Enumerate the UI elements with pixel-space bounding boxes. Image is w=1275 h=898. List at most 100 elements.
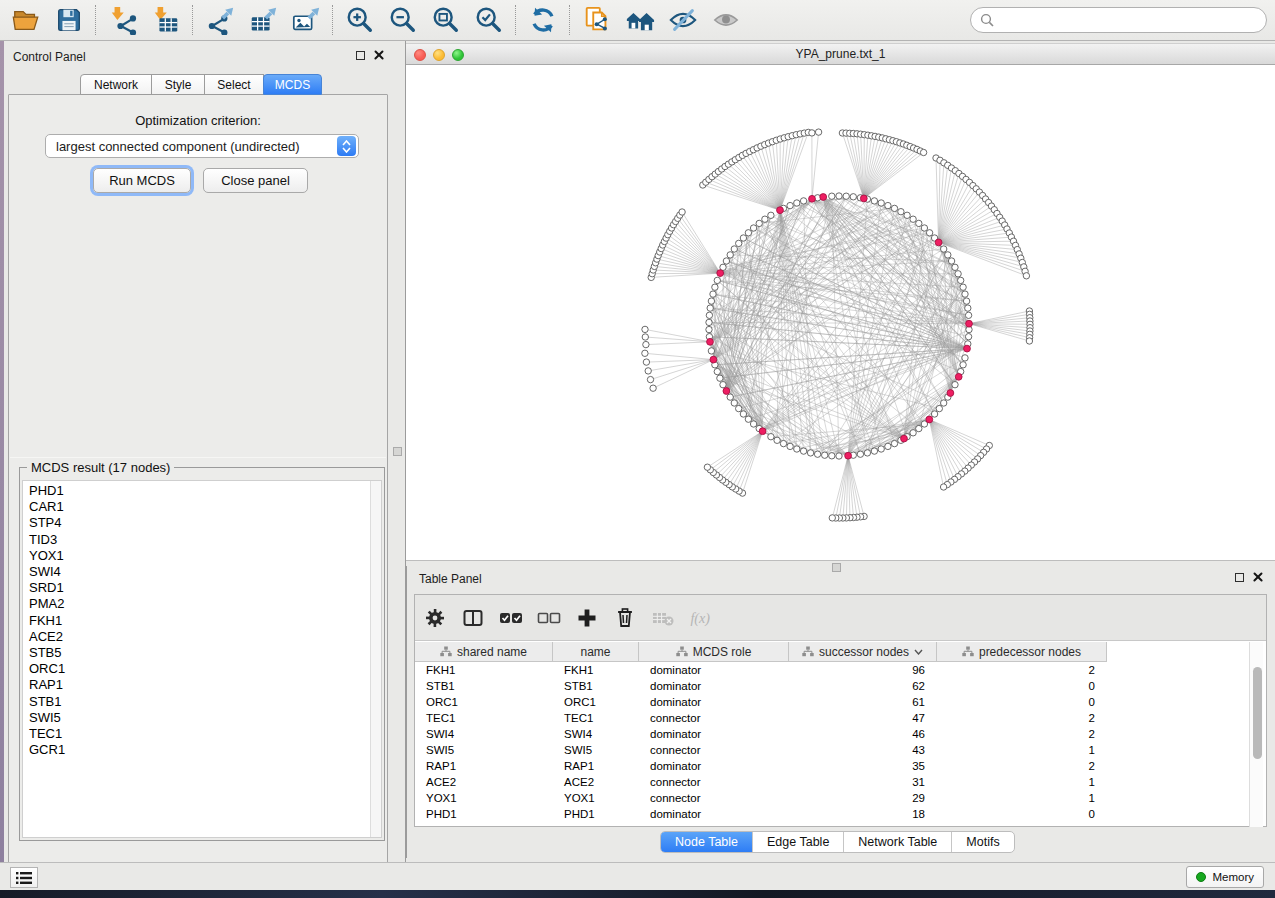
cell-mcds_role: dominator: [639, 662, 789, 678]
zoom-in-button[interactable]: [338, 2, 381, 38]
cell-shared_name: FKH1: [415, 662, 553, 678]
splitter-grip[interactable]: [832, 563, 841, 572]
table-row[interactable]: FKH1FKH1dominator962: [415, 662, 1266, 678]
mcds-result-item[interactable]: TEC1: [23, 726, 381, 742]
mcds-result-item[interactable]: PHD1: [23, 483, 381, 499]
first-neighbors-icon: [625, 5, 655, 35]
cell-successor_nodes: 18: [789, 806, 937, 822]
mcds-result-item[interactable]: SWI4: [23, 564, 381, 580]
cell-name: RAP1: [553, 758, 639, 774]
toolbar-separator: [95, 5, 96, 35]
first-neighbors-button[interactable]: [618, 2, 661, 38]
toolbar-separator: [569, 5, 570, 35]
cell-successor_nodes: 35: [789, 758, 937, 774]
mcds-result-list[interactable]: PHD1CAR1STP4TID3YOX1SWI4SRD1PMA2FKH1ACE2…: [22, 480, 382, 838]
mcds-result-item[interactable]: FKH1: [23, 613, 381, 629]
new-network-from-selection-button[interactable]: [575, 2, 618, 38]
deselect-all-button[interactable]: [537, 606, 561, 630]
zoom-out-button[interactable]: [381, 2, 424, 38]
split-view-button[interactable]: [461, 606, 485, 630]
delete-column-button[interactable]: [613, 606, 637, 630]
zoom-fit-button[interactable]: [424, 2, 467, 38]
destroy-table-button[interactable]: [651, 606, 675, 630]
table-row[interactable]: ACE2ACE2connector311: [415, 774, 1266, 790]
run-mcds-button[interactable]: Run MCDS: [93, 168, 191, 193]
mcds-result-item[interactable]: GCR1: [23, 742, 381, 758]
tab-style[interactable]: Style: [151, 74, 205, 95]
splitter-grip[interactable]: [393, 447, 402, 456]
mcds-result-item[interactable]: SRD1: [23, 580, 381, 596]
close-panel-icon[interactable]: [1253, 572, 1263, 582]
cell-predecessor_nodes: 1: [937, 790, 1107, 806]
table-settings-button[interactable]: [423, 606, 447, 630]
mcds-result-item[interactable]: STP4: [23, 515, 381, 531]
tab-network-table[interactable]: Network Table: [844, 832, 952, 852]
memory-button[interactable]: Memory: [1186, 866, 1264, 888]
table-row[interactable]: STB1STB1dominator620: [415, 678, 1266, 694]
column-header-successor-nodes[interactable]: successor nodes: [789, 642, 937, 662]
close-panel-icon[interactable]: [374, 50, 384, 60]
network-canvas[interactable]: [406, 66, 1275, 560]
tab-network[interactable]: Network: [80, 74, 152, 95]
export-network-button[interactable]: [198, 2, 241, 38]
mcds-result-item[interactable]: YOX1: [23, 548, 381, 564]
cell-name: PHD1: [553, 806, 639, 822]
table-row[interactable]: PHD1PHD1dominator180: [415, 806, 1266, 822]
zoom-selected-button[interactable]: [467, 2, 510, 38]
table-row[interactable]: SWI5SWI5connector431: [415, 742, 1266, 758]
import-network-button[interactable]: [101, 2, 144, 38]
column-header-name[interactable]: name: [553, 642, 639, 662]
mcds-result-item[interactable]: PMA2: [23, 596, 381, 612]
column-header-MCDS-role[interactable]: MCDS role: [639, 642, 789, 662]
add-column-button[interactable]: [575, 606, 599, 630]
tab-select[interactable]: Select: [204, 74, 264, 95]
export-table-button[interactable]: [241, 2, 284, 38]
show-all-icon: [711, 5, 741, 35]
table-row[interactable]: TEC1TEC1connector472: [415, 710, 1266, 726]
mcds-result-item[interactable]: SWI5: [23, 710, 381, 726]
table-scrollbar[interactable]: [1249, 642, 1263, 827]
scrollbar-thumb[interactable]: [1253, 667, 1262, 759]
close-panel-button[interactable]: Close panel: [203, 168, 308, 193]
search-input[interactable]: [1000, 13, 1250, 27]
table-row[interactable]: SWI4SWI4dominator462: [415, 726, 1266, 742]
cell-successor_nodes: 47: [789, 710, 937, 726]
mcds-result-item[interactable]: CAR1: [23, 499, 381, 515]
tab-node-table[interactable]: Node Table: [661, 832, 753, 852]
tab-edge-table[interactable]: Edge Table: [753, 832, 844, 852]
table-row[interactable]: ORC1ORC1dominator610: [415, 694, 1266, 710]
status-menu-button[interactable]: [10, 867, 38, 888]
save-session-button[interactable]: [47, 2, 90, 38]
refresh-layout-button[interactable]: [521, 2, 564, 38]
mcds-result-item[interactable]: STB5: [23, 645, 381, 661]
export-image-button[interactable]: [284, 2, 327, 38]
zoom-out-icon: [388, 5, 418, 35]
show-all-button[interactable]: [704, 2, 747, 38]
mcds-result-item[interactable]: STB1: [23, 694, 381, 710]
import-table-button[interactable]: [144, 2, 187, 38]
mcds-result-item[interactable]: ACE2: [23, 629, 381, 645]
select-all-button[interactable]: [499, 606, 523, 630]
search-field[interactable]: [970, 7, 1267, 33]
mcds-list-scrollbar[interactable]: [370, 481, 381, 837]
table-panel-title: Table Panel: [419, 572, 482, 586]
table-row[interactable]: YOX1YOX1connector291: [415, 790, 1266, 806]
tab-mcds[interactable]: MCDS: [263, 74, 322, 95]
network-view-window: YPA_prune.txt_1: [406, 43, 1275, 560]
open-session-button[interactable]: [4, 2, 47, 38]
mcds-result-item[interactable]: ORC1: [23, 661, 381, 677]
mcds-result-item[interactable]: RAP1: [23, 677, 381, 693]
criterion-dropdown[interactable]: largest connected component (undirected): [45, 134, 359, 158]
table-panel-tabs: Node TableEdge TableNetwork TableMotifs: [660, 831, 1015, 853]
mcds-result-item[interactable]: TID3: [23, 532, 381, 548]
tab-motifs[interactable]: Motifs: [952, 832, 1013, 852]
function-builder-button[interactable]: f(x): [689, 606, 713, 630]
hide-selected-button[interactable]: [661, 2, 704, 38]
column-header-predecessor-nodes[interactable]: predecessor nodes: [937, 642, 1107, 662]
float-panel-icon[interactable]: [356, 51, 365, 60]
column-header-shared-name[interactable]: shared name: [415, 642, 553, 662]
table-row[interactable]: RAP1RAP1dominator352: [415, 758, 1266, 774]
vertical-splitter[interactable]: [390, 41, 406, 862]
float-panel-icon[interactable]: [1235, 573, 1244, 582]
status-bar: Memory: [0, 862, 1275, 890]
